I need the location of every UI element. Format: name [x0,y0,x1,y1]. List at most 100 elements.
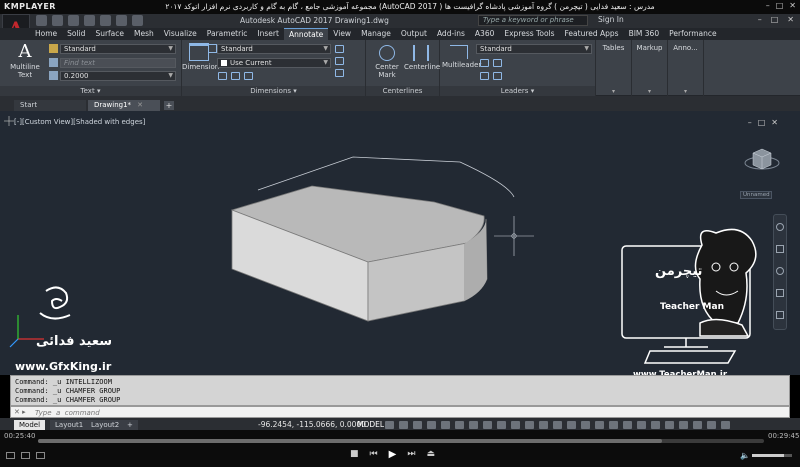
graphics-performance-icon[interactable] [693,421,702,429]
snap-icon[interactable] [399,421,408,429]
search-input[interactable]: Type a keyword or phrase [478,15,588,26]
dim-baseline-icon[interactable] [244,72,253,80]
quick-properties-icon[interactable] [651,421,660,429]
tab-insert[interactable]: Insert [252,28,284,40]
dim-style-select[interactable]: Standard ▼ [217,44,331,54]
settings-icon[interactable] [21,452,30,459]
tab-performance[interactable]: Performance [664,28,722,40]
tab-manage[interactable]: Manage [356,28,396,40]
tab-add-ins[interactable]: Add-ins [432,28,470,40]
dim-break-icon[interactable] [218,72,227,80]
add-layout-button[interactable]: + [122,420,138,430]
annotation-scale-icon[interactable] [595,421,604,429]
dim-space-icon[interactable] [231,72,240,80]
new-icon[interactable] [36,15,47,26]
tab-surface[interactable]: Surface [90,28,129,40]
annotation-monitor-icon[interactable] [623,421,632,429]
coordinates-readout[interactable]: -96.2454, -115.0666, 0.0000 [258,420,366,429]
annotation-visibility-icon[interactable] [567,421,576,429]
tab-express-tools[interactable]: Express Tools [499,28,559,40]
dim-inspect-icon[interactable] [335,57,344,65]
playlist-icon[interactable] [6,452,15,459]
new-drawing-button[interactable]: + [164,101,174,110]
stop-icon[interactable]: ■ [350,449,359,460]
text-panel-label[interactable]: Text ▾ [0,86,181,96]
multiline-text-button[interactable]: A Multiline Text [8,43,42,80]
dim-layer-select[interactable]: Use Current ▼ [217,58,331,68]
tab-featured-apps[interactable]: Featured Apps [560,28,624,40]
acad-minimize-icon[interactable]: – [758,15,762,24]
collect-leader-icon[interactable] [493,72,502,80]
start-tab[interactable]: Start [14,100,86,111]
orbit-icon[interactable] [776,289,784,297]
eject-icon[interactable]: ⏏ [426,449,435,460]
open-icon[interactable] [52,15,63,26]
close-icon[interactable]: ✕ [137,101,143,109]
showmotion-icon[interactable] [776,311,784,319]
leaders-panel-label[interactable]: Leaders ▾ [440,86,595,96]
tab-mesh[interactable]: Mesh [129,28,159,40]
next-icon[interactable]: ⏭ [407,449,415,460]
steering-wheel-icon[interactable] [776,223,784,231]
lineweight-icon[interactable] [469,421,478,429]
clean-screen-icon[interactable] [707,421,716,429]
polar-icon[interactable] [427,421,436,429]
selection-cycling-icon[interactable] [497,421,506,429]
dynamic-ucs-icon[interactable] [525,421,534,429]
tab-view[interactable]: View [328,28,356,40]
tab-a360[interactable]: A360 [470,28,499,40]
tab-solid[interactable]: Solid [62,28,90,40]
workspace-icon[interactable] [609,421,618,429]
volume-slider[interactable] [752,454,792,457]
plot-icon[interactable] [100,15,111,26]
auto-scale-icon[interactable] [581,421,590,429]
selection-filter-icon[interactable] [539,421,548,429]
previous-icon[interactable]: ⏮ [370,449,378,460]
annotation-scaling-panel[interactable]: Anno... ▾ [668,40,704,96]
tab-parametric[interactable]: Parametric [202,28,253,40]
transparency-icon[interactable] [483,421,492,429]
ucs-name-dropdown[interactable]: Unnamed [740,191,772,199]
command-close-icon[interactable]: ✕ ▸ [14,408,26,416]
gizmo-icon[interactable] [553,421,562,429]
maximize-icon[interactable]: □ [776,1,784,10]
leader-style-select[interactable]: Standard ▼ [476,44,592,54]
save-as-icon[interactable] [84,15,95,26]
tab-bim-360[interactable]: BIM 360 [624,28,665,40]
centerline-button[interactable]: Centerline [404,45,440,71]
find-text-input[interactable]: Find text [60,58,176,68]
redo-icon[interactable] [132,15,143,26]
acad-restore-icon[interactable]: □ [771,15,779,24]
acad-close-icon[interactable]: ✕ [787,15,794,24]
markup-panel[interactable]: Markup ▾ [632,40,668,96]
seek-bar[interactable] [38,439,764,443]
sign-in-button[interactable]: Sign In [598,15,624,24]
play-icon[interactable]: ▶ [389,449,397,460]
drawing1-tab[interactable]: Drawing1* ✕ [88,100,160,111]
model-space-toggle[interactable]: MODEL [357,420,384,429]
command-input[interactable] [35,408,735,417]
tab-annotate[interactable]: Annotate [283,28,329,40]
text-style-select[interactable]: Standard ▼ [60,44,176,54]
layout-tab-layout1[interactable]: Layout1 [50,420,89,430]
dimensions-panel-label[interactable]: Dimensions ▾ [182,86,365,96]
pan-icon[interactable] [776,245,784,253]
close-icon[interactable]: ✕ [789,1,796,10]
lock-ui-icon[interactable] [665,421,674,429]
tables-panel[interactable]: Tables ▾ [596,40,632,96]
osnap-icon[interactable] [441,421,450,429]
layout-tab-layout2[interactable]: Layout2 [86,420,125,430]
center-mark-button[interactable]: Center Mark [372,45,402,79]
multileader-button[interactable]: Multileader [442,45,481,69]
align-leader-icon[interactable] [480,72,489,80]
ortho-icon[interactable] [413,421,422,429]
units-icon[interactable] [637,421,646,429]
tab-visualize[interactable]: Visualize [159,28,202,40]
grid-icon[interactable] [385,421,394,429]
layout-tab-model[interactable]: Model [14,420,46,430]
dim-jog-icon[interactable] [335,69,344,77]
text-height-select[interactable]: 0.2000 ▼ [60,71,176,81]
zoom-icon[interactable] [776,267,784,275]
save-icon[interactable] [68,15,79,26]
isolate-objects-icon[interactable] [679,421,688,429]
